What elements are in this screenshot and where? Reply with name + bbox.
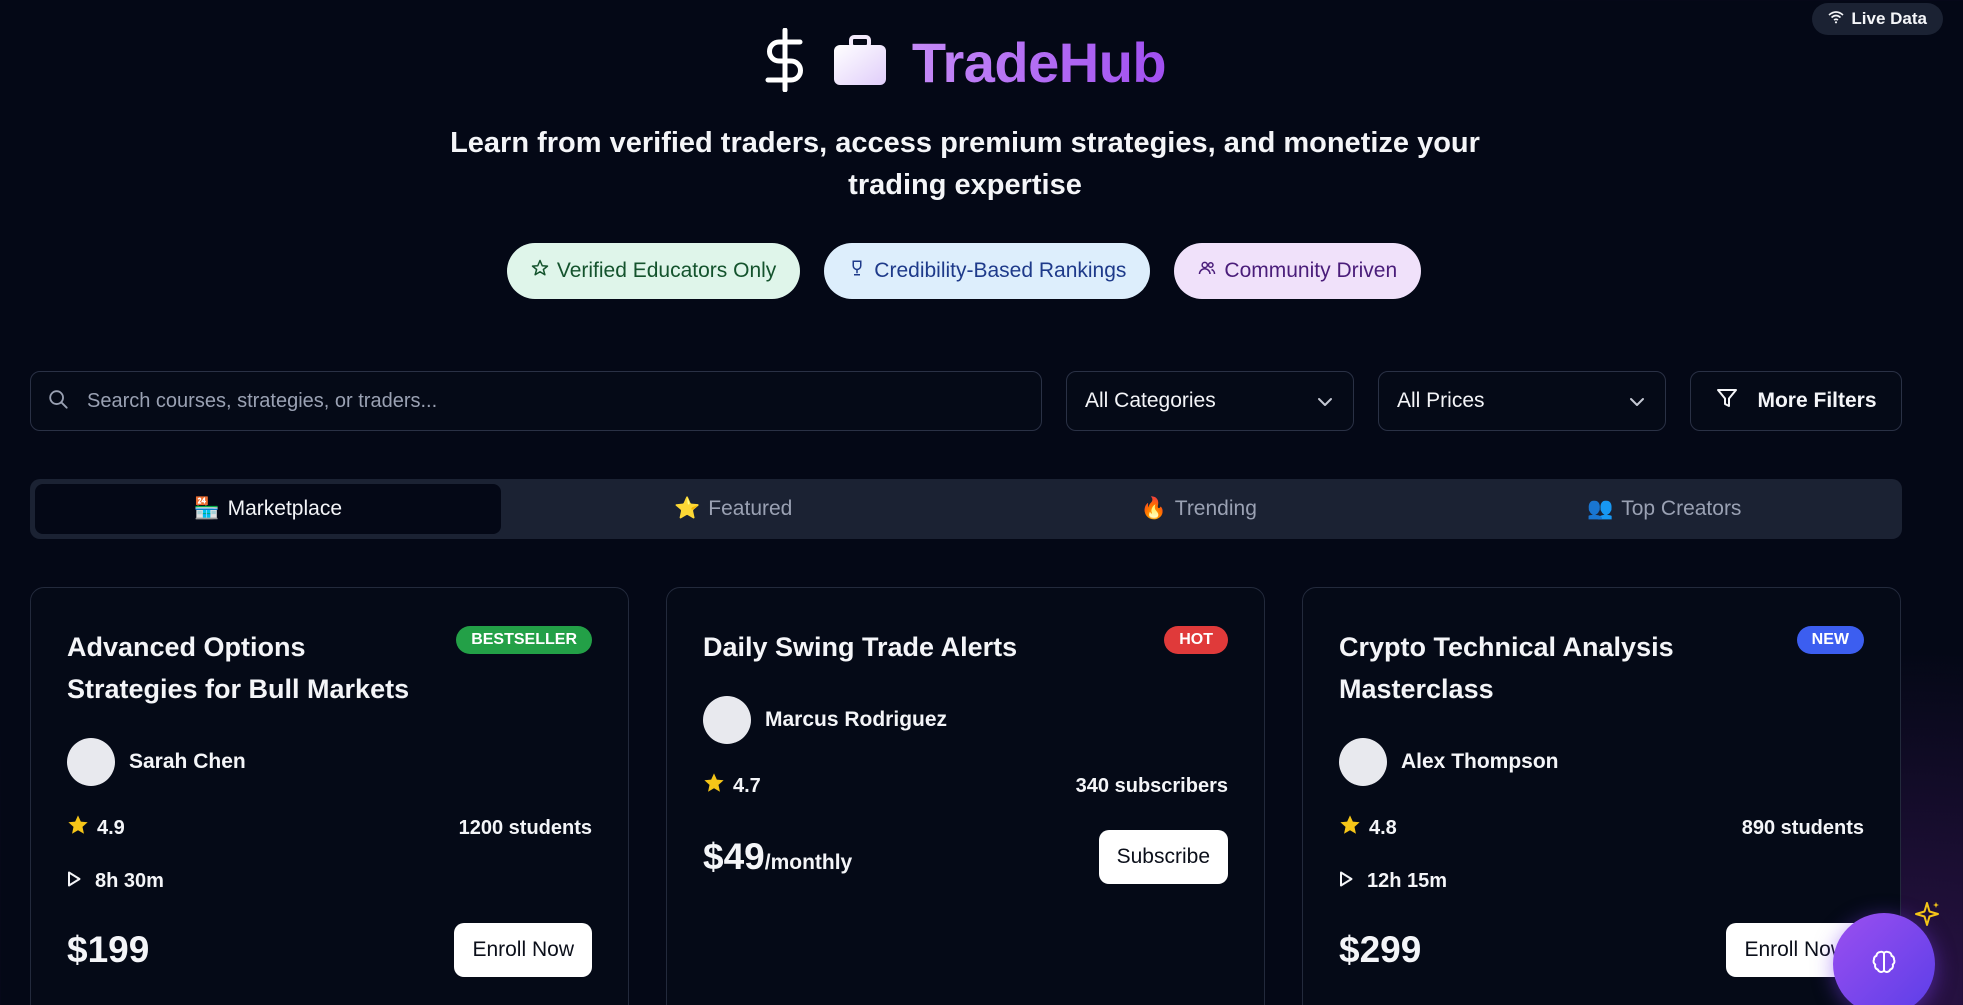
author-name: Marcus Rodriguez	[765, 708, 948, 731]
more-filters-button[interactable]: More Filters	[1690, 371, 1902, 431]
new-badge: NEW	[1796, 626, 1864, 654]
listing-stats: 4.8 890 students	[1339, 814, 1864, 842]
brand-name: TradeHub	[911, 31, 1167, 94]
sparkle-icon	[1913, 900, 1941, 933]
rating-value: 4.8	[1369, 816, 1397, 839]
tab-top-creators[interactable]: 👥 Top Creators	[1432, 484, 1898, 534]
author-name: Sarah Chen	[129, 750, 246, 773]
audience-count: 890 students	[1741, 816, 1864, 839]
dollar-icon	[762, 27, 808, 97]
listing-stats: 4.7 340 subscribers	[703, 772, 1228, 800]
listing-cards: Advanced Options Strategies for Bull Mar…	[30, 587, 1901, 1005]
pill-credibility-rankings: Credibility-Based Rankings	[824, 243, 1151, 299]
tab-label: Top Creators	[1621, 497, 1742, 520]
star-icon: ⭐	[674, 497, 701, 520]
rating: 4.7	[703, 772, 761, 800]
tab-trending[interactable]: 🔥 Trending	[966, 484, 1432, 534]
live-data-label: Live Data	[1851, 9, 1927, 28]
author[interactable]: Sarah Chen	[67, 738, 592, 786]
price-value: $49	[703, 836, 765, 877]
search-box[interactable]	[30, 371, 1042, 431]
filter-icon	[1715, 386, 1739, 416]
duration-value: 8h 30m	[95, 870, 164, 892]
duration-value: 12h 15m	[1367, 870, 1448, 892]
tab-label: Featured	[708, 497, 793, 520]
price-select-value: All Prices	[1397, 389, 1485, 412]
listing-card[interactable]: Crypto Technical Analysis Masterclass NE…	[1302, 587, 1901, 1005]
hero-title: TradeHub	[0, 27, 1928, 97]
rating: 4.9	[67, 814, 125, 842]
listing-card[interactable]: Advanced Options Strategies for Bull Mar…	[30, 587, 629, 1005]
author-name: Alex Thompson	[1401, 750, 1559, 773]
price-row: $49/monthly Subscribe	[703, 830, 1228, 884]
avatar	[703, 696, 751, 744]
more-filters-label: More Filters	[1757, 389, 1877, 412]
hero-subtitle: Learn from verified traders, access prem…	[450, 127, 1480, 201]
listing-title: Advanced Options Strategies for Bull Mar…	[67, 632, 410, 704]
tab-label: Marketplace	[227, 497, 343, 520]
rating-value: 4.9	[97, 816, 125, 839]
briefcase-icon	[832, 33, 888, 92]
author[interactable]: Marcus Rodriguez	[703, 696, 1228, 744]
rating: 4.8	[1339, 814, 1397, 842]
pill-label: Credibility-Based Rankings	[874, 259, 1127, 282]
pill-label: Verified Educators Only	[556, 259, 777, 282]
fire-icon: 🔥	[1140, 497, 1167, 520]
tab-featured[interactable]: ⭐ Featured	[501, 484, 967, 534]
pill-verified-educators: Verified Educators Only	[506, 243, 801, 299]
listing-title: Crypto Technical Analysis Masterclass	[1339, 632, 1674, 704]
price-period: /monthly	[764, 851, 853, 874]
search-input[interactable]	[87, 389, 987, 413]
trophy-icon	[848, 259, 866, 283]
listing-title: Daily Swing Trade Alerts	[703, 632, 1018, 662]
feature-pills: Verified Educators Only Credibility-Base…	[0, 243, 1928, 299]
duration: 12h 15m	[1339, 870, 1864, 893]
pill-label: Community Driven	[1224, 259, 1398, 282]
category-select-value: All Categories	[1085, 389, 1216, 412]
star-outline-icon	[531, 259, 549, 283]
star-icon	[67, 814, 89, 842]
avatar	[67, 738, 115, 786]
price-row: $199 Enroll Now	[67, 923, 592, 977]
price-select[interactable]: All Prices	[1378, 371, 1666, 431]
price: $199	[67, 929, 149, 971]
audience-count: 340 subscribers	[1075, 774, 1228, 797]
enroll-now-button[interactable]: Enroll Now	[454, 923, 592, 977]
star-icon	[703, 772, 725, 800]
store-icon: 🏪	[193, 497, 220, 520]
users-icon: 👥	[1587, 497, 1614, 520]
price-value: $299	[1339, 929, 1422, 970]
brain-icon	[1869, 947, 1899, 982]
audience-count: 1200 students	[458, 816, 592, 839]
tab-label: Trending	[1174, 497, 1257, 520]
chevron-down-icon	[1317, 389, 1333, 413]
star-icon	[1339, 814, 1361, 842]
duration: 8h 30m	[67, 870, 592, 893]
listing-stats: 4.9 1200 students	[67, 814, 592, 842]
users-icon	[1198, 259, 1216, 283]
tab-bar: 🏪 Marketplace ⭐ Featured 🔥 Trending 👥 To…	[30, 479, 1902, 539]
search-icon	[47, 388, 69, 415]
hot-badge: HOT	[1164, 626, 1228, 654]
rating-value: 4.7	[733, 774, 761, 797]
listing-card[interactable]: Daily Swing Trade Alerts HOT Marcus Rodr…	[666, 587, 1265, 1005]
price: $49/monthly	[703, 836, 852, 878]
price: $299	[1339, 929, 1421, 971]
price-row: $299 Enroll Now	[1339, 923, 1864, 977]
author[interactable]: Alex Thompson	[1339, 738, 1864, 786]
category-select[interactable]: All Categories	[1066, 371, 1354, 431]
pill-community-driven: Community Driven	[1174, 243, 1422, 299]
bestseller-badge: BESTSELLER	[456, 626, 592, 654]
price-value: $199	[67, 929, 150, 970]
chevron-down-icon	[1629, 389, 1645, 413]
tab-marketplace[interactable]: 🏪 Marketplace	[35, 484, 501, 534]
wifi-icon	[1828, 9, 1844, 29]
play-icon	[1339, 870, 1353, 893]
play-icon	[67, 870, 81, 893]
subscribe-button[interactable]: Subscribe	[1098, 830, 1228, 884]
avatar	[1339, 738, 1387, 786]
